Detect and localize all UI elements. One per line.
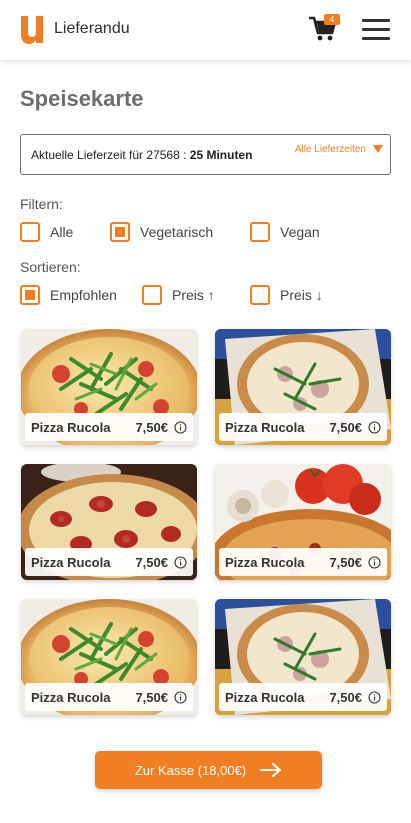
all-delivery-times-link[interactable]: Alle Lieferzeiten (295, 144, 366, 155)
cart-count-badge: 4 (324, 14, 340, 25)
menu-item-card[interactable]: Pizza Rucola 7,50€ (21, 464, 197, 580)
menu-item-price: 7,50€ (329, 419, 362, 435)
menu-item-card[interactable]: Pizza Rucola 7,50€ (21, 599, 197, 715)
arrow-right-icon (260, 763, 282, 777)
filter-label: Filtern: (20, 196, 63, 212)
app-header: Lieferandu 4 (0, 0, 411, 60)
checkbox-box[interactable] (110, 222, 130, 242)
menu-item-price: 7,50€ (135, 419, 168, 435)
checkbox-box[interactable] (250, 222, 270, 242)
filter-vegan-checkbox[interactable]: Vegan (250, 222, 320, 242)
checkbox-box[interactable] (20, 285, 40, 305)
menu-item-label: Pizza Rucola 7,50€ (219, 683, 387, 711)
filter-vegetarisch-checkbox[interactable]: Vegetarisch (110, 222, 213, 242)
info-icon[interactable] (368, 420, 381, 434)
menu-item-label: Pizza Rucola 7,50€ (25, 548, 193, 576)
menu-item-label: Pizza Rucola 7,50€ (219, 413, 387, 441)
info-icon[interactable] (174, 420, 187, 434)
checkbox-label: Vegan (280, 224, 320, 240)
checkbox-label: Preis ↓ (280, 287, 323, 303)
checkbox-box[interactable] (250, 285, 270, 305)
menu-item-name: Pizza Rucola (225, 554, 305, 570)
menu-item-name: Pizza Rucola (225, 689, 305, 705)
menu-item-name: Pizza Rucola (31, 554, 111, 570)
menu-item-price: 7,50€ (329, 554, 362, 570)
menu-item-card[interactable]: Pizza Rucola 7,50€ (21, 329, 197, 445)
menu-item-price: 7,50€ (135, 689, 168, 705)
filter-alle-checkbox[interactable]: Alle (20, 222, 73, 242)
menu-item-card[interactable]: Pizza Rucola 7,50€ (215, 329, 391, 445)
checkbox-box[interactable] (20, 222, 40, 242)
menu-item-price: 7,50€ (329, 689, 362, 705)
sort-price-asc-checkbox[interactable]: Preis ↑ (142, 285, 215, 305)
checkbox-label: Empfohlen (50, 287, 117, 303)
delivery-time-value: 25 Minuten (189, 148, 253, 162)
info-icon[interactable] (174, 690, 187, 704)
sort-label: Sortieren: (20, 259, 81, 275)
logo-icon[interactable] (18, 14, 46, 44)
checkbox-box[interactable] (142, 285, 162, 305)
dropdown-arrow-icon[interactable] (373, 144, 383, 154)
menu-item-label: Pizza Rucola 7,50€ (219, 548, 387, 576)
sort-price-desc-checkbox[interactable]: Preis ↓ (250, 285, 323, 305)
checkbox-label: Alle (50, 224, 74, 240)
info-icon[interactable] (368, 690, 381, 704)
menu-item-card[interactable]: Pizza Rucola 7,50€ (215, 464, 391, 580)
brand-name[interactable]: Lieferandu (54, 20, 130, 38)
delivery-time-select[interactable]: Aktuelle Lieferzeit für 27568 : 25 Minut… (20, 134, 391, 175)
checkbox-label: Vegetarisch (140, 224, 214, 240)
checkout-button[interactable]: Zur Kasse (18,00€) (95, 751, 322, 789)
info-icon[interactable] (368, 555, 381, 569)
delivery-time-text: Aktuelle Lieferzeit für 27568 : 25 Minut… (31, 148, 253, 162)
sort-empfohlen-checkbox[interactable]: Empfohlen (20, 285, 117, 305)
checkbox-label: Preis ↑ (172, 287, 215, 303)
menu-item-name: Pizza Rucola (225, 419, 305, 435)
menu-item-name: Pizza Rucola (31, 419, 111, 435)
hamburger-menu-icon[interactable] (362, 17, 392, 41)
menu-item-label: Pizza Rucola 7,50€ (25, 413, 193, 441)
page-title: Speisekarte (20, 86, 144, 111)
menu-item-price: 7,50€ (135, 554, 168, 570)
menu-item-label: Pizza Rucola 7,50€ (25, 683, 193, 711)
checkout-label: Zur Kasse (18,00€) (134, 762, 247, 778)
info-icon[interactable] (174, 555, 187, 569)
menu-item-card[interactable]: Pizza Rucola 7,50€ (215, 599, 391, 715)
menu-item-name: Pizza Rucola (31, 689, 111, 705)
